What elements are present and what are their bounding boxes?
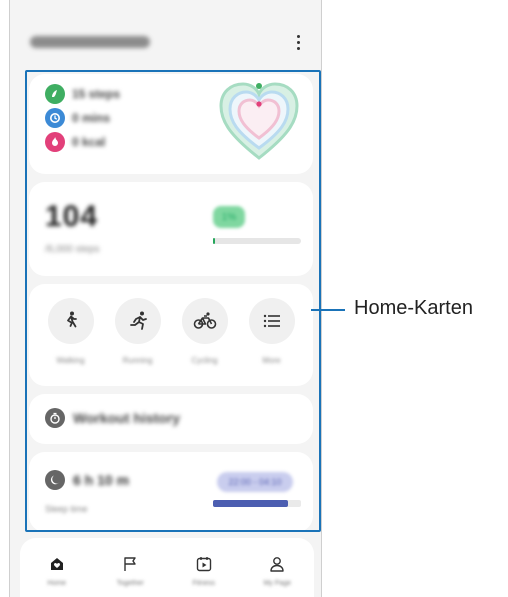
workout-history-label: Workout history <box>73 410 181 426</box>
sleep-duration: 6 h 10 m <box>73 472 130 488</box>
nav-my-page[interactable]: My Page <box>250 554 304 587</box>
nav-fitness[interactable]: Fitness <box>177 554 231 587</box>
list-icon <box>248 298 295 344</box>
metric-steps: 15 steps <box>45 84 120 104</box>
sleep-progress-track <box>213 500 301 507</box>
steps-icon <box>45 84 65 104</box>
nav-my-page-label: My Page <box>263 580 292 587</box>
activity-rings-heart <box>219 82 299 160</box>
exercise-card: Walking Running Cycling More <box>29 284 313 386</box>
exercise-running[interactable]: Running <box>108 298 168 365</box>
person-icon <box>267 554 287 574</box>
exercise-cycling[interactable]: Cycling <box>175 298 235 365</box>
metric-calories: 0 kcal <box>45 132 105 152</box>
cycling-label: Cycling <box>191 356 218 365</box>
metric-calories-value: 0 kcal <box>72 135 106 149</box>
metric-active-time-value: 0 mins <box>72 111 111 125</box>
flag-icon <box>120 554 140 574</box>
cycling-icon <box>181 298 228 344</box>
running-label: Running <box>122 356 153 365</box>
steps-goal: /6,000 steps <box>45 244 100 255</box>
walking-label: Walking <box>56 356 85 365</box>
running-icon <box>114 298 161 344</box>
workout-history-card[interactable]: Workout history <box>29 394 313 444</box>
more-label: More <box>262 356 281 365</box>
metric-active-time: 0 mins <box>45 108 110 128</box>
activity-summary-card[interactable]: 15 steps 0 mins 0 kcal <box>29 74 313 174</box>
steps-card[interactable]: 104 /6,000 steps 1% <box>29 182 313 276</box>
steps-progress-track <box>213 238 301 244</box>
bottom-navigation: Home Together Fitness My Page <box>20 538 314 597</box>
nav-together-label: Together <box>116 580 144 587</box>
home-icon <box>47 554 67 574</box>
moon-icon <box>45 470 65 490</box>
flame-icon <box>45 132 65 152</box>
metric-steps-value: 15 steps <box>72 87 121 101</box>
sleep-progress-fill <box>213 500 288 507</box>
nav-home[interactable]: Home <box>30 554 84 587</box>
sleep-card[interactable]: 6 h 10 m Sleep time 22:00 - 04:10 <box>29 452 313 532</box>
nav-fitness-label: Fitness <box>192 580 216 587</box>
exercise-more[interactable]: More <box>242 298 302 365</box>
nav-together[interactable]: Together <box>103 554 157 587</box>
callout-label: Home-Karten <box>354 297 473 319</box>
steps-count: 104 <box>45 200 99 233</box>
steps-progress-fill <box>213 238 215 244</box>
app-header <box>30 28 310 58</box>
app-title <box>30 36 150 48</box>
stopwatch-icon <box>45 408 65 428</box>
more-vert-icon[interactable] <box>286 30 310 54</box>
callout-leader-line <box>311 309 345 311</box>
sleep-time-range: 22:00 - 04:10 <box>217 472 293 492</box>
walking-icon <box>47 298 94 344</box>
phone-screen: 15 steps 0 mins 0 kcal 104 /6,000 steps … <box>9 0 322 597</box>
exercise-walking[interactable]: Walking <box>41 298 101 365</box>
nav-home-label: Home <box>47 580 67 587</box>
clock-icon <box>45 108 65 128</box>
steps-percent-badge: 1% <box>213 206 245 228</box>
sleep-label: Sleep time <box>45 504 88 514</box>
fitness-icon <box>194 554 214 574</box>
